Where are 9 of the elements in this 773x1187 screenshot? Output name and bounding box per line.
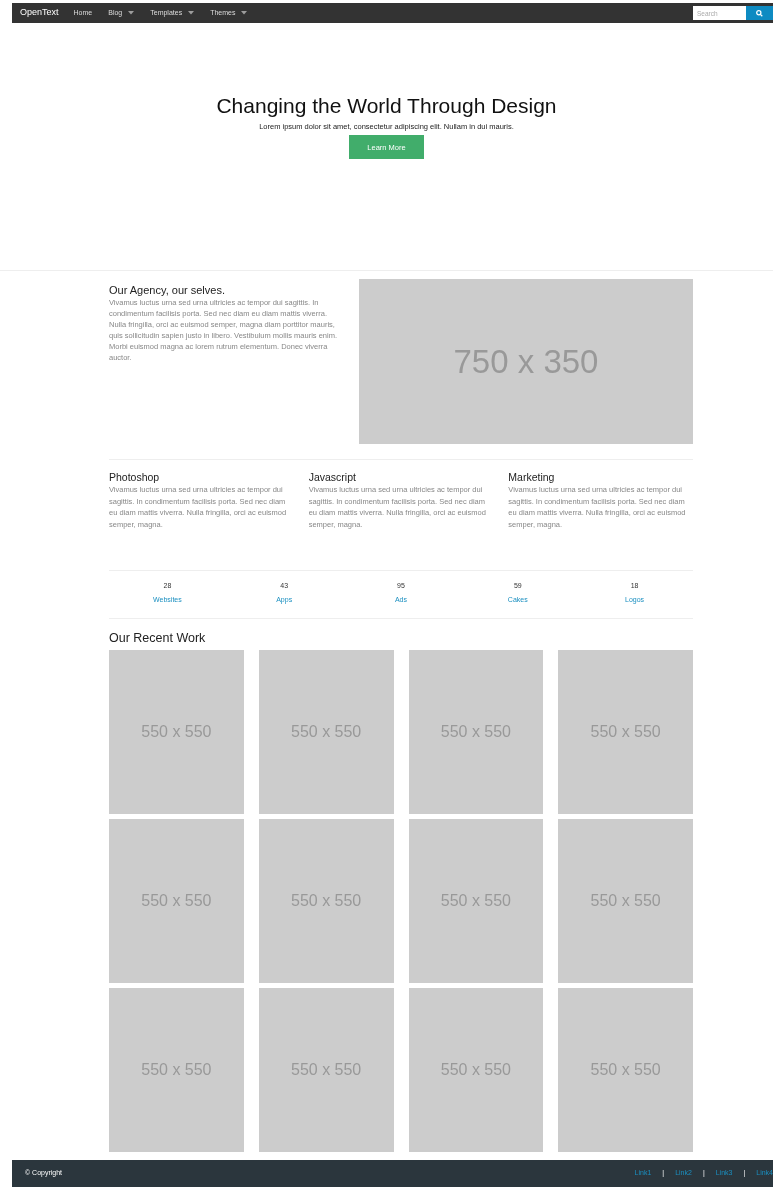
search-icon [756, 9, 763, 17]
search-button[interactable] [746, 6, 773, 20]
section-title: Our Recent Work [109, 630, 207, 647]
feature-title: Javascript [308, 470, 357, 484]
feature-title: Marketing [508, 470, 556, 484]
feature-title: Photoshop [109, 470, 161, 484]
section-title: Our Agency, our selves. [109, 283, 226, 297]
brand-link[interactable]: OpenText [20, 6, 59, 20]
hero-title: Changing the World Through Design [216, 93, 557, 119]
